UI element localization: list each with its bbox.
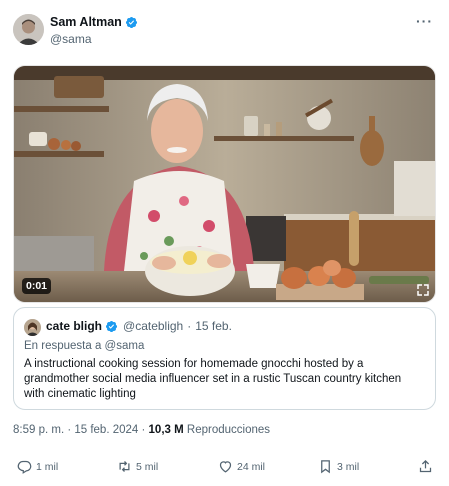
quoted-author-handle[interactable]: @catebligh (123, 319, 183, 333)
bookmark-count: 3 mil (337, 460, 360, 473)
reply-button[interactable]: 1 mil (17, 459, 58, 474)
author-display-name[interactable]: Sam Altman (50, 15, 122, 29)
quoted-post-date[interactable]: 15 feb. (195, 319, 232, 333)
heart-icon (219, 461, 232, 473)
video-frame-image (14, 66, 435, 302)
reply-context: En respuesta a @sama (24, 340, 145, 352)
author-handle[interactable]: @sama (50, 32, 92, 46)
share-button[interactable] (418, 459, 437, 474)
views-label: Reproducciones (183, 424, 271, 436)
repost-count: 5 mil (136, 460, 159, 473)
quoted-post-text: A instructional cooking session for home… (24, 358, 402, 400)
verified-badge-icon (105, 320, 118, 333)
quoted-post[interactable]: cate bligh @catebligh · 15 feb. En respu… (13, 307, 436, 410)
quoted-author-avatar[interactable] (24, 319, 41, 336)
post-header: Sam Altman @sama ··· (13, 13, 437, 49)
views-count: 10,3 M (148, 424, 184, 436)
repost-icon (119, 461, 130, 472)
bookmark-icon (321, 460, 330, 474)
reply-count: 1 mil (36, 460, 59, 473)
share-icon (419, 459, 432, 473)
verified-badge-icon (125, 16, 138, 29)
reply-icon (17, 460, 32, 474)
video-player[interactable]: 0:01 (13, 65, 436, 303)
quoted-author-name[interactable]: cate bligh (46, 319, 102, 333)
post-timestamp[interactable]: 8:59 p. m. · 15 feb. 2024 · (13, 424, 149, 436)
like-button[interactable]: 24 mil (218, 459, 265, 474)
separator-dot: · (187, 319, 192, 333)
author-avatar[interactable] (13, 14, 44, 45)
post-metadata: 8:59 p. m. · 15 feb. 2024 · 10,3 M Repro… (13, 424, 270, 436)
more-options-icon[interactable]: ··· (416, 13, 433, 29)
repost-button[interactable]: 5 mil (117, 459, 158, 474)
video-duration: 0:01 (22, 278, 52, 294)
fullscreen-icon[interactable] (417, 284, 429, 296)
bookmark-button[interactable]: 3 mil (318, 459, 359, 474)
action-bar: 1 mil 5 mil 24 mil 3 mil (13, 459, 436, 477)
like-count: 24 mil (237, 460, 266, 473)
